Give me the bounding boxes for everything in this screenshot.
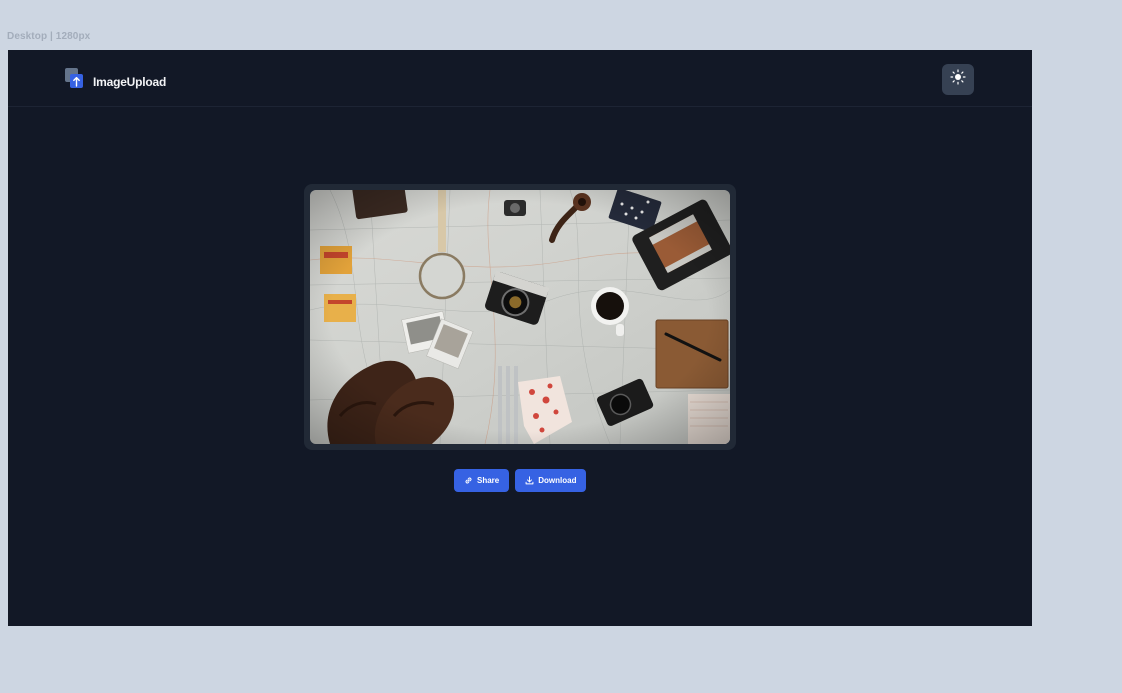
download-icon	[525, 476, 534, 485]
image-preview-card	[304, 184, 736, 450]
theme-toggle-button[interactable]	[942, 64, 974, 95]
image-actions: Share Download	[454, 469, 587, 492]
share-label: Share	[477, 476, 500, 485]
frame-label: Desktop | 1280px	[7, 31, 91, 42]
sun-icon	[950, 69, 966, 90]
brand-name: ImageUpload	[93, 74, 167, 89]
header: ImageUpload	[8, 50, 1032, 107]
uploaded-image	[310, 190, 730, 444]
share-button[interactable]: Share	[454, 469, 510, 492]
link-icon	[464, 476, 473, 485]
brand[interactable]: ImageUpload	[65, 68, 166, 95]
download-button[interactable]: Download	[515, 469, 587, 492]
upload-logo-icon	[65, 68, 84, 95]
download-label: Download	[538, 476, 577, 485]
app-window: ImageUpload Share Download	[8, 50, 1032, 626]
